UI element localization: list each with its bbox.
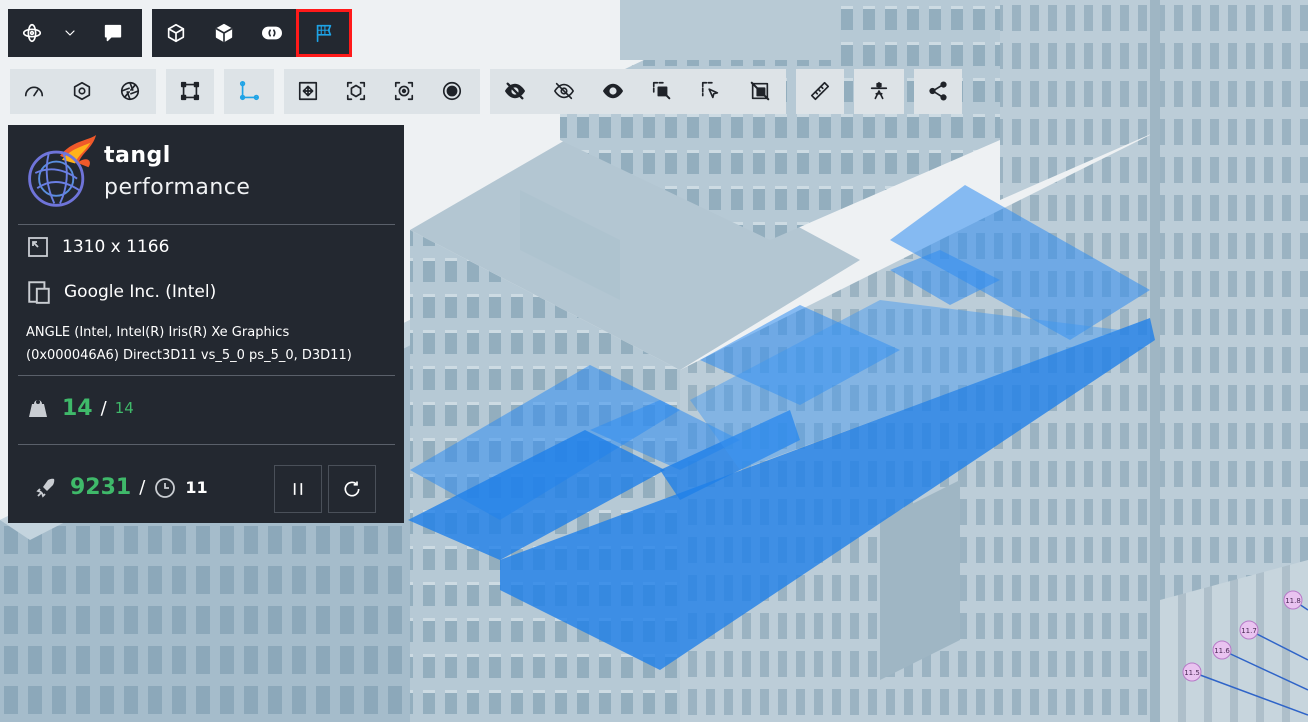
select-cursor-icon (701, 81, 718, 99)
chevron-down-icon (65, 30, 75, 36)
performance-panel: tangl performance 1310 x 1166 Google Inc… (8, 125, 404, 523)
resolution-row: 1310 x 1166 (26, 235, 169, 259)
resolution-value: 1310 x 1166 (62, 237, 170, 257)
hide-others-button[interactable] (539, 69, 588, 113)
flag-button[interactable] (296, 9, 352, 57)
toolbar-visibility (490, 69, 786, 114)
select-area-button[interactable] (637, 69, 686, 113)
refresh-icon (344, 481, 360, 497)
show-all-button[interactable] (588, 69, 637, 113)
toolbar-tools-2 (166, 69, 214, 114)
fit-view-icon (298, 81, 318, 101)
comments-button[interactable] (84, 9, 142, 57)
toolbar-tools-4 (284, 69, 480, 114)
clock-icon (155, 477, 176, 498)
bounding-frame-icon (180, 81, 200, 101)
divider (18, 444, 395, 445)
focus-target-icon (394, 81, 414, 101)
ruler-icon (810, 81, 830, 101)
record-circle-icon (442, 81, 462, 101)
weight-icon (29, 400, 47, 417)
panel-subtitle: performance (104, 175, 251, 200)
vendor-row: Google Inc. (Intel) (26, 279, 216, 305)
loaded-count: 14 (62, 395, 93, 421)
vendor-value: Google Inc. (Intel) (64, 282, 217, 302)
camera-settings-button[interactable] (106, 69, 154, 113)
toolbar-tools-3 (224, 69, 274, 114)
devices-icon (28, 281, 50, 304)
focus-box-button[interactable] (332, 69, 380, 113)
solid-box-icon (215, 23, 233, 43)
select-area-icon (652, 81, 670, 100)
divider (18, 224, 395, 225)
renderer-line: (0x000046A6) Direct3D11 vs_5_0 ps_5_0, D… (26, 348, 352, 363)
draw-time: 11 (185, 478, 208, 497)
toolbar-top-left (8, 9, 142, 57)
isolate-button[interactable] (735, 69, 784, 113)
comment-icon (104, 24, 122, 42)
share-icon (929, 81, 947, 101)
measure-button[interactable] (796, 69, 844, 113)
load-row: 14 / 14 (26, 395, 134, 421)
grid-marker-label: 11.8 (1285, 597, 1301, 605)
axes-button[interactable] (224, 69, 274, 113)
triangle-count: 9231 (70, 475, 132, 500)
hide-eye-outline-icon (553, 82, 574, 100)
record-button[interactable] (428, 69, 476, 113)
toolbar-measure (796, 69, 844, 114)
rocket-icon (36, 478, 55, 498)
bounding-frame-button[interactable] (166, 69, 214, 113)
tangl-logo (28, 135, 97, 207)
hide-eye-filled-icon (504, 82, 525, 100)
solid-view-button[interactable] (200, 9, 248, 57)
toolbar-section (854, 69, 904, 114)
total-count: 14 (114, 399, 134, 417)
fit-view-button[interactable] (284, 69, 332, 113)
wireframe-view-button[interactable] (152, 9, 200, 57)
settings-button[interactable] (58, 69, 106, 113)
orbit-mode-icon (22, 23, 42, 43)
flag-icon (316, 24, 332, 43)
toolbar-tools-1 (10, 69, 156, 114)
divider (18, 375, 395, 376)
wireframe-box-icon (167, 23, 185, 43)
focus-box-icon (346, 81, 366, 101)
grid-marker-label: 11.5 (1184, 669, 1200, 677)
stats-row: 9231 / 11 (34, 475, 208, 500)
share-button[interactable] (914, 69, 962, 113)
hide-selected-button[interactable] (490, 69, 539, 113)
renderer-line: ANGLE (Intel, Intel(R) Iris(R) Xe Graphi… (26, 325, 290, 340)
select-cursor-button[interactable] (686, 69, 735, 113)
toolbar-top-right (152, 9, 352, 57)
grid-marker-label: 11.7 (1241, 627, 1257, 635)
grid-marker-label: 11.6 (1214, 647, 1230, 655)
separator: / (139, 477, 146, 498)
toggle-button[interactable] (248, 9, 296, 57)
reset-button[interactable] (328, 465, 376, 513)
resize-icon (28, 237, 48, 257)
section-plane-button[interactable] (854, 69, 904, 113)
pause-icon (293, 483, 303, 495)
aperture-icon (120, 81, 140, 101)
section-plane-icon (870, 81, 888, 100)
toolbar-share (914, 69, 962, 114)
pause-button[interactable] (274, 465, 322, 513)
panel-title: tangl (104, 143, 171, 168)
axes-icon (239, 81, 259, 101)
renderer-info: ANGLE (Intel, Intel(R) Iris(R) Xe Graphi… (26, 321, 396, 367)
speedometer-icon (24, 86, 44, 97)
performance-button[interactable] (10, 69, 58, 113)
focus-target-button[interactable] (380, 69, 428, 113)
separator: / (100, 397, 107, 419)
hexagon-nut-icon (73, 81, 91, 101)
toggle-pill-icon (262, 26, 282, 40)
isolate-icon (750, 81, 769, 101)
orbit-mode-button[interactable] (8, 9, 56, 57)
mode-dropdown-button[interactable] (56, 9, 84, 57)
show-eye-icon (602, 83, 623, 99)
